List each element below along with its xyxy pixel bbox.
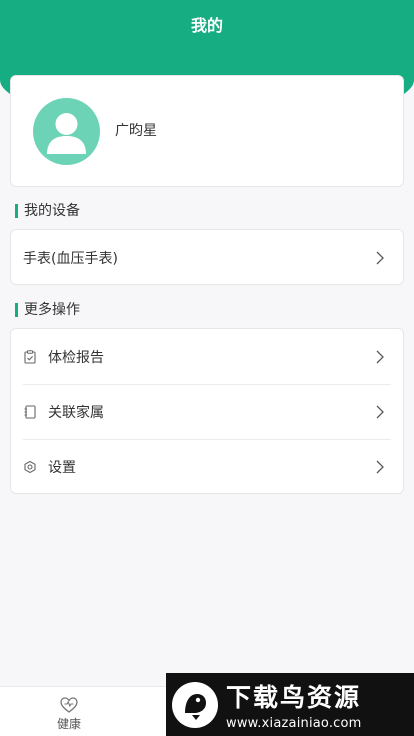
heart-health-icon xyxy=(60,697,78,713)
watermark-banner: 下载鸟资源 www.xiazainiao.com xyxy=(166,673,414,736)
chevron-right-icon xyxy=(375,251,385,265)
avatar[interactable] xyxy=(33,98,100,165)
chevron-right-icon xyxy=(375,405,385,419)
device-card: 手表(血压手表) xyxy=(10,229,404,285)
clipboard-icon xyxy=(23,349,37,364)
section-title-more: 更多操作 xyxy=(15,302,80,318)
more-actions-card: 体检报告 关联家属 设置 xyxy=(10,328,404,494)
chevron-right-icon xyxy=(375,350,385,364)
menu-item-linked-family[interactable]: 关联家属 xyxy=(23,384,391,439)
tab-health[interactable]: 健康 xyxy=(40,695,98,732)
page-title: 我的 xyxy=(190,16,223,35)
profile-card[interactable]: 广昀星 xyxy=(10,75,404,187)
menu-item-settings[interactable]: 设置 xyxy=(23,439,391,494)
watermark-url: www.xiazainiao.com xyxy=(226,716,362,731)
chevron-right-icon xyxy=(375,460,385,474)
username: 广昀星 xyxy=(115,123,157,139)
menu-item-checkup-report[interactable]: 体检报告 xyxy=(23,329,391,384)
watermark-title: 下载鸟资源 xyxy=(226,683,362,712)
device-row-watch[interactable]: 手表(血压手表) xyxy=(23,230,391,285)
menu-item-label: 关联家属 xyxy=(48,405,104,421)
menu-item-label: 设置 xyxy=(48,460,76,476)
tab-health-label: 健康 xyxy=(56,717,81,731)
avatar-placeholder-icon xyxy=(47,113,86,154)
device-label: 手表(血压手表) xyxy=(23,250,118,267)
menu-item-label: 体检报告 xyxy=(48,349,104,366)
bird-logo-icon xyxy=(172,681,218,728)
settings-icon xyxy=(23,460,37,474)
section-title-devices: 我的设备 xyxy=(15,203,80,219)
contact-book-icon xyxy=(23,405,37,419)
